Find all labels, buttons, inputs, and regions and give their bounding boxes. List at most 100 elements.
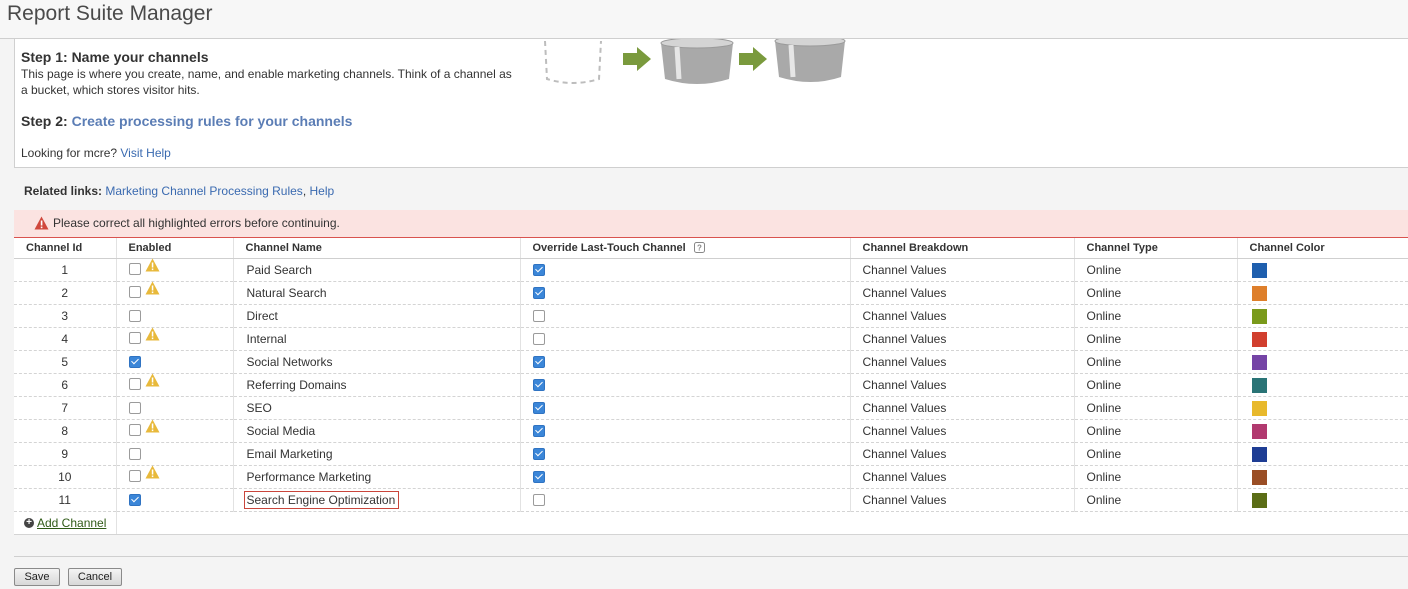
enabled-checkbox[interactable] (128, 355, 141, 368)
error-message: Please correct all highlighted errors be… (53, 216, 340, 230)
color-swatch[interactable] (1251, 400, 1267, 416)
warning-triangle-icon (145, 327, 159, 341)
color-swatch[interactable] (1251, 423, 1267, 439)
enabled-cell (116, 304, 234, 328)
channel-name-cell[interactable]: SEO (233, 396, 521, 420)
override-checkbox[interactable] (532, 424, 545, 437)
override-checkbox[interactable] (532, 401, 545, 414)
override-cell (520, 442, 851, 466)
override-checkbox[interactable] (532, 470, 545, 483)
header-override-label: Override Last-Touch Channel (532, 242, 686, 254)
header-enabled: Enabled (116, 238, 234, 259)
channel-color-cell (1237, 350, 1408, 374)
override-checkbox[interactable] (532, 332, 545, 345)
step2-link[interactable]: Create processing rules for your channel… (72, 113, 353, 129)
channel-name-cell[interactable]: Performance Marketing (233, 465, 521, 489)
enabled-checkbox[interactable] (128, 332, 141, 345)
enabled-checkbox[interactable] (128, 447, 141, 460)
step1-heading: Step 1: Name your channels (21, 49, 209, 65)
color-swatch[interactable] (1251, 377, 1267, 393)
enabled-checkbox[interactable] (128, 424, 141, 437)
override-cell (520, 488, 851, 512)
override-cell (520, 350, 851, 374)
save-button[interactable]: Save (14, 568, 60, 586)
enabled-checkbox[interactable] (128, 309, 141, 322)
channel-name: Direct (246, 309, 278, 323)
header-channel-type: Channel Type (1074, 238, 1238, 259)
processing-rules-link[interactable]: Marketing Channel Processing Rules (105, 184, 302, 198)
visit-help-link[interactable]: Visit Help (120, 146, 170, 160)
channel-name-cell[interactable]: Social Media (233, 419, 521, 443)
bucket-illustration (544, 39, 846, 84)
title-bar: Report Suite Manager (0, 0, 1408, 39)
channel-name-cell[interactable]: Referring Domains (233, 373, 521, 397)
related-help-link[interactable]: Help (310, 184, 335, 198)
channel-name-cell[interactable]: Search Engine Optimization (233, 488, 521, 512)
channel-breakdown: Channel Values (850, 373, 1075, 397)
channel-name: Social Media (246, 424, 316, 438)
table-row: 6 Referring Domains Channel Values Online (14, 373, 1408, 397)
override-checkbox[interactable] (532, 263, 545, 276)
cancel-button[interactable]: Cancel (68, 568, 122, 586)
enabled-checkbox[interactable] (128, 378, 141, 391)
table-row: 11 Search Engine Optimization Channel Valu… (14, 488, 1408, 512)
channel-id: 7 (14, 396, 117, 420)
header-channel-id: Channel Id (14, 238, 117, 259)
color-swatch[interactable] (1251, 492, 1267, 508)
table-header-row: Channel Id Enabled Channel Name Override… (14, 238, 1408, 259)
enabled-checkbox[interactable] (128, 493, 141, 506)
channel-name-input[interactable]: Search Engine Optimization (243, 491, 400, 509)
override-cell (520, 373, 851, 397)
color-swatch[interactable] (1251, 469, 1267, 485)
help-icon[interactable]: ? (693, 241, 705, 253)
channel-name: Paid Search (246, 263, 312, 277)
channel-name-cell[interactable]: Paid Search (233, 258, 521, 282)
channel-name-cell[interactable]: Natural Search (233, 281, 521, 305)
header-channel-breakdown: Channel Breakdown (850, 238, 1075, 259)
override-checkbox[interactable] (532, 447, 545, 460)
enabled-checkbox[interactable] (128, 263, 141, 276)
channel-name: Internal (246, 332, 287, 346)
color-swatch[interactable] (1251, 308, 1267, 324)
channel-color-cell (1237, 419, 1408, 443)
override-checkbox[interactable] (532, 309, 545, 322)
color-swatch[interactable] (1251, 354, 1267, 370)
override-cell (520, 281, 851, 305)
channel-name-cell[interactable]: Email Marketing (233, 442, 521, 466)
enabled-checkbox[interactable] (128, 470, 141, 483)
arrow-right-icon (739, 47, 767, 71)
override-checkbox[interactable] (532, 355, 545, 368)
enabled-cell (116, 488, 234, 512)
channel-color-cell (1237, 373, 1408, 397)
color-swatch[interactable] (1251, 285, 1267, 301)
add-channel-button[interactable]: + Add Channel (24, 516, 106, 530)
channel-breakdown: Channel Values (850, 350, 1075, 374)
channel-name: Referring Domains (246, 378, 347, 392)
channel-id: 1 (14, 258, 117, 282)
plus-circle-icon: + (24, 517, 34, 528)
channel-name-cell[interactable]: Internal (233, 327, 521, 351)
channel-type: Online (1074, 281, 1238, 305)
related-links-label: Related links: (24, 184, 103, 198)
channel-name: Performance Marketing (246, 470, 372, 484)
channel-id: 3 (14, 304, 117, 328)
related-separator: , (302, 184, 307, 198)
channel-name-cell[interactable]: Social Networks (233, 350, 521, 374)
footer-divider (14, 556, 1408, 557)
add-channel-row: + Add Channel (14, 512, 1408, 535)
color-swatch[interactable] (1251, 331, 1267, 347)
color-swatch[interactable] (1251, 262, 1267, 278)
color-swatch[interactable] (1251, 446, 1267, 462)
enabled-checkbox[interactable] (128, 286, 141, 299)
step1-description: This page is where you create, name, and… (21, 67, 512, 97)
channel-breakdown: Channel Values (850, 488, 1075, 512)
enabled-checkbox[interactable] (128, 401, 141, 414)
override-checkbox[interactable] (532, 378, 545, 391)
help-hint-text: Looking for mcre? (21, 146, 121, 160)
intro-panel: Step 1: Name your channels This page is … (14, 39, 1408, 168)
override-checkbox[interactable] (532, 286, 545, 299)
channel-name-cell[interactable]: Direct (233, 304, 521, 328)
override-checkbox[interactable] (532, 493, 545, 506)
channel-color-cell (1237, 281, 1408, 305)
channel-type: Online (1074, 373, 1238, 397)
